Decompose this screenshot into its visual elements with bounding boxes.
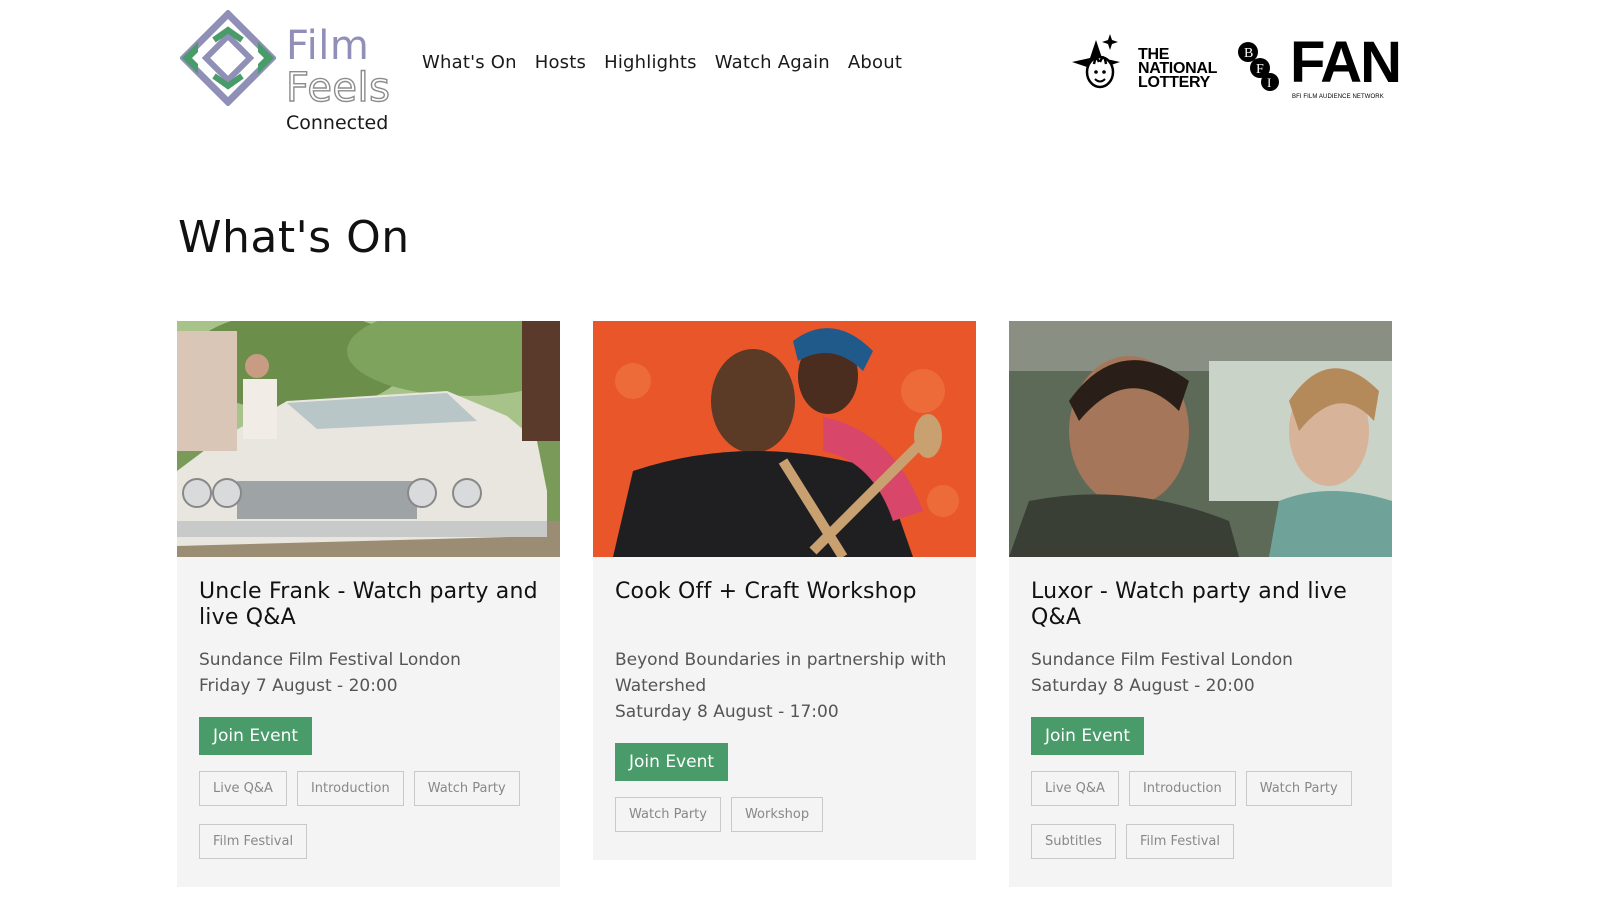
fan-subtitle: BFI FILM AUDIENCE NETWORK [1292, 94, 1384, 100]
join-event-button[interactable]: Join Event [615, 743, 729, 781]
event-title[interactable]: Cook Off + Craft Workshop [615, 579, 954, 631]
logo-connected-text: Connected [286, 112, 389, 134]
event-host: Sundance Film Festival London [1031, 650, 1293, 670]
tag-workshop[interactable]: Workshop [730, 797, 824, 832]
nav-about[interactable]: About [848, 52, 902, 73]
event-meta: Sundance Film Festival London Saturday 8… [1031, 647, 1370, 699]
event-card-body: Luxor - Watch party and live Q&A Sundanc… [1009, 557, 1392, 887]
logo-film-text: Film [286, 23, 370, 69]
event-image-cook-off[interactable] [593, 321, 976, 557]
cook-off-still-image [593, 321, 976, 557]
event-tags: Live Q&A Introduction Watch Party Film F… [199, 771, 538, 859]
event-card-body: Cook Off + Craft Workshop Beyond Boundar… [593, 557, 976, 860]
event-card: Cook Off + Craft Workshop Beyond Boundar… [593, 321, 976, 860]
join-event-button[interactable]: Join Event [1031, 717, 1145, 755]
tag-watch-party[interactable]: Watch Party [413, 771, 520, 806]
luxor-still-image [1009, 321, 1392, 557]
event-tags: Live Q&A Introduction Watch Party Subtit… [1031, 771, 1370, 859]
event-card: Luxor - Watch party and live Q&A Sundanc… [1009, 321, 1392, 887]
tag-introduction[interactable]: Introduction [1128, 771, 1236, 806]
event-datetime: Saturday 8 August - 17:00 [615, 702, 839, 722]
event-tags: Watch Party Workshop [615, 797, 954, 832]
event-title[interactable]: Uncle Frank - Watch party and live Q&A [199, 579, 538, 631]
uncle-frank-still-image [177, 321, 560, 557]
svg-text:B: B [1244, 46, 1253, 61]
tag-film-festival[interactable]: Film Festival [199, 824, 308, 859]
event-meta: Sundance Film Festival London Friday 7 A… [199, 647, 538, 699]
event-image-luxor[interactable] [1009, 321, 1392, 557]
join-event-button[interactable]: Join Event [199, 717, 313, 755]
event-datetime: Saturday 8 August - 20:00 [1031, 676, 1255, 696]
event-image-uncle-frank[interactable] [177, 321, 560, 557]
tag-introduction[interactable]: Introduction [296, 771, 404, 806]
event-card: Uncle Frank - Watch party and live Q&A S… [177, 321, 560, 887]
nav-highlights[interactable]: Highlights [604, 52, 697, 73]
nav-whats-on[interactable]: What's On [422, 52, 517, 73]
svg-text:I: I [1267, 75, 1271, 90]
fan-logo: FAN [1290, 30, 1402, 95]
main-nav: What's On Hosts Highlights Watch Again A… [422, 52, 902, 73]
nav-hosts[interactable]: Hosts [535, 52, 586, 73]
film-feels-diamond-logo-icon [180, 10, 276, 106]
tag-watch-party[interactable]: Watch Party [1245, 771, 1352, 806]
event-host: Beyond Boundaries in partnership with Wa… [615, 650, 947, 696]
bfi-logo-icon: B F I [1238, 42, 1279, 91]
svg-text:F: F [1256, 62, 1264, 77]
lottery-line-3: LOTTERY [1138, 74, 1210, 91]
event-datetime: Friday 7 August - 20:00 [199, 676, 398, 696]
logo-feels-text: Feels [285, 65, 391, 111]
site-header: Film Feels Connected What's On Hosts Hig… [0, 0, 1600, 140]
tag-film-festival[interactable]: Film Festival [1125, 824, 1235, 859]
tag-subtitles[interactable]: Subtitles [1031, 824, 1116, 859]
tag-live-qa[interactable]: Live Q&A [1031, 771, 1119, 806]
tag-watch-party[interactable]: Watch Party [615, 797, 721, 832]
event-host: Sundance Film Festival London [199, 650, 461, 670]
partner-logos: THE NATIONAL LOTTERY B F I FAN BFI FILM … [1066, 30, 1402, 105]
tag-live-qa[interactable]: Live Q&A [199, 771, 287, 806]
film-feels-connected-logo[interactable]: Film Feels Connected [180, 10, 400, 134]
event-meta: Beyond Boundaries in partnership with Wa… [615, 647, 954, 725]
nav-watch-again[interactable]: Watch Again [715, 52, 830, 73]
page-title: What's On [178, 212, 410, 263]
event-title[interactable]: Luxor - Watch party and live Q&A [1031, 579, 1370, 631]
national-lottery-wordmark: THE NATIONAL LOTTERY [1138, 47, 1224, 91]
national-lottery-crossed-fingers-icon [1072, 34, 1120, 89]
event-card-body: Uncle Frank - Watch party and live Q&A S… [177, 557, 560, 887]
